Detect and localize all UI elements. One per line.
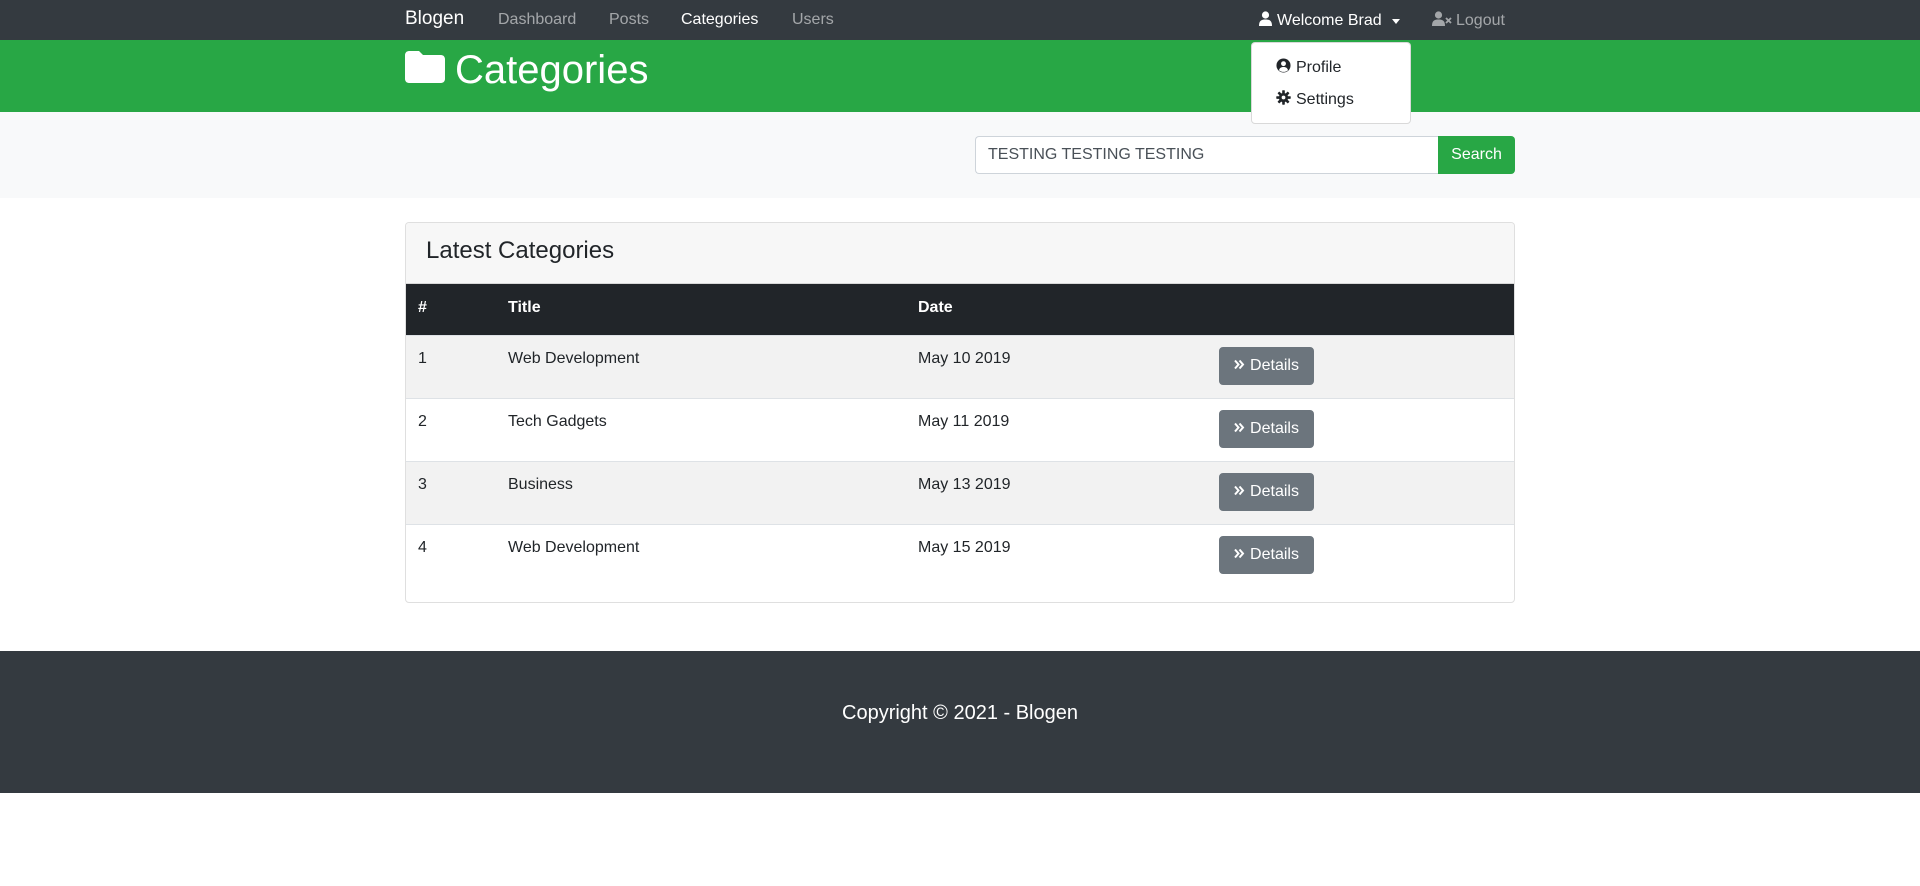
angle-double-right-icon [1234, 483, 1250, 501]
cell-number: 1 [418, 350, 427, 367]
navbar-container: Blogen Dashboard Posts Categories Users … [405, 0, 1515, 40]
details-button[interactable]: Details [1219, 473, 1314, 511]
dropdown-item-settings[interactable]: Settings [1276, 90, 1354, 110]
search-input[interactable] [975, 136, 1439, 174]
top-navbar: Blogen Dashboard Posts Categories Users … [0, 0, 1920, 40]
cell-title: Tech Gadgets [508, 413, 607, 430]
cell-number: 3 [418, 476, 427, 493]
logout-link[interactable]: Logout [1432, 11, 1505, 31]
cell-title: Business [508, 476, 573, 493]
cell-number: 4 [418, 539, 427, 556]
page-header: Categories [0, 40, 1920, 112]
column-header-number: # [418, 299, 427, 316]
user-dropdown-toggle[interactable]: Welcome Brad [1259, 11, 1400, 31]
details-label: Details [1250, 483, 1299, 500]
search-section: Search [0, 112, 1920, 198]
cell-number: 2 [418, 413, 427, 430]
column-header-date: Date [918, 299, 953, 316]
dropdown-label-profile: Profile [1296, 59, 1342, 76]
card-title: Latest Categories [426, 237, 615, 264]
angle-double-right-icon [1234, 357, 1250, 375]
column-header-title: Title [508, 299, 541, 316]
card-header: Latest Categories [406, 223, 1514, 284]
nav-link-posts[interactable]: Posts [609, 11, 649, 29]
logout-label: Logout [1456, 12, 1505, 29]
categories-card: Latest Categories # Title Date 1 Web Dev… [405, 222, 1515, 603]
user-icon [1259, 11, 1277, 31]
cell-date: May 11 2019 [918, 413, 1010, 430]
table-row: 3 Business May 13 2019 Details [406, 461, 1514, 524]
angle-double-right-icon [1234, 546, 1250, 564]
cell-date: May 13 2019 [918, 476, 1011, 493]
user-dropdown-menu: Profile Settings [1251, 42, 1411, 124]
details-label: Details [1250, 420, 1299, 437]
folder-icon [405, 48, 455, 93]
brand-logo[interactable]: Blogen [405, 8, 464, 30]
page-footer: Copyright © 2021 - Blogen [0, 651, 1920, 793]
table-row: 2 Tech Gadgets May 11 2019 Details [406, 398, 1514, 461]
details-label: Details [1250, 546, 1299, 563]
dropdown-label-settings: Settings [1296, 91, 1354, 108]
nav-link-users[interactable]: Users [792, 11, 834, 29]
user-circle-icon [1276, 58, 1296, 78]
details-button[interactable]: Details [1219, 347, 1314, 385]
table-row: 4 Web Development May 15 2019 Details [406, 524, 1514, 587]
user-welcome-label: Welcome Brad [1277, 12, 1382, 29]
gear-icon [1276, 90, 1296, 110]
cell-date: May 10 2019 [918, 350, 1011, 367]
details-button[interactable]: Details [1219, 536, 1314, 574]
user-times-icon [1432, 11, 1456, 31]
details-label: Details [1250, 357, 1299, 374]
cell-title: Web Development [508, 350, 640, 367]
caret-down-icon [1391, 18, 1400, 24]
page-title: Categories [405, 48, 648, 93]
angle-double-right-icon [1234, 420, 1250, 438]
nav-link-categories[interactable]: Categories [681, 11, 758, 29]
table-row: 1 Web Development May 10 2019 Details [406, 335, 1514, 398]
dropdown-item-profile[interactable]: Profile [1276, 58, 1341, 78]
table-header: # Title Date [406, 284, 1514, 335]
details-button[interactable]: Details [1219, 410, 1314, 448]
page-title-text: Categories [455, 48, 649, 92]
cell-title: Web Development [508, 539, 640, 556]
search-button[interactable]: Search [1438, 136, 1515, 174]
nav-link-dashboard[interactable]: Dashboard [498, 11, 576, 29]
copyright-text: Copyright © 2021 - Blogen [842, 702, 1078, 724]
cell-date: May 15 2019 [918, 539, 1011, 556]
